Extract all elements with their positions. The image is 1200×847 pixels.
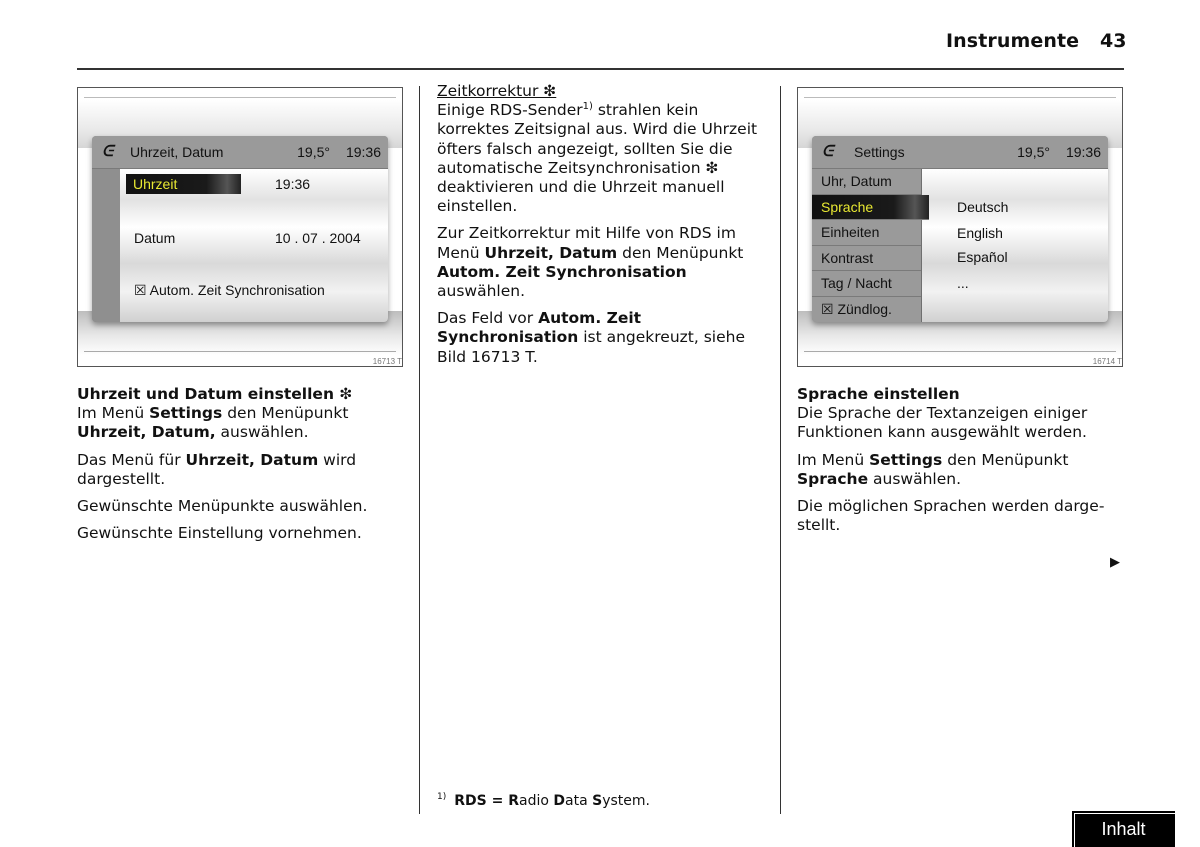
screen-title: Settings xyxy=(854,144,905,160)
text: ata xyxy=(565,793,593,809)
bold-text: D xyxy=(553,793,565,809)
bold-text: Sprache xyxy=(797,469,869,488)
footnote-ref[interactable]: 1) xyxy=(583,101,593,112)
column-1-text: Uhrzeit und Datum einstellen ❇ Im Menü S… xyxy=(77,385,407,551)
temperature-readout: 19,5° xyxy=(1017,144,1050,160)
column-3-text: Sprache einstellen Die Sprache der Texta… xyxy=(797,385,1127,543)
text: Einige RDS-Sender xyxy=(437,101,583,120)
text: Das Menü für xyxy=(77,450,186,469)
date-value: 10 . 07 . 2004 xyxy=(275,230,361,246)
paragraph: Die Sprache der Textanzeigen einiger Fun… xyxy=(797,404,1088,442)
language-option-more[interactable]: ... xyxy=(957,275,969,291)
temperature-readout: 19,5° xyxy=(297,144,330,160)
column-divider xyxy=(419,86,420,814)
menu-item-kontrast[interactable]: Kontrast xyxy=(812,246,921,271)
text: auswählen. xyxy=(215,423,309,442)
display-screen: ᕮ Settings 19,5° 19:36 Uhr, Datum Sprach… xyxy=(812,136,1108,322)
figure-settings-screen: ᕮ Settings 19,5° 19:36 Uhr, Datum Sprach… xyxy=(797,87,1123,367)
settings-menu: Uhr, Datum Sprache Einheiten Kontrast Ta… xyxy=(812,169,929,323)
language-option-espanol[interactable]: Español xyxy=(957,249,1008,265)
paragraph: Einige RDS-Sender1) strahlen kein korrek… xyxy=(437,101,772,216)
clock-readout: 19:36 xyxy=(345,144,381,160)
menu-item-uhr-datum[interactable]: Uhr, Datum xyxy=(812,169,921,195)
language-option-deutsch[interactable]: Deutsch xyxy=(957,199,1008,215)
menu-item-einheiten[interactable]: Einheiten xyxy=(812,220,921,246)
section-heading: Uhrzeit und Datum einstellen ❇ xyxy=(77,385,353,403)
bold-text: S xyxy=(592,793,603,809)
footnote-marker: 1) xyxy=(437,792,447,803)
bold-text: Settings xyxy=(149,404,223,423)
column-2-text: Zeitkorrektur ❇ Einige RDS-Sender1) stra… xyxy=(437,82,772,375)
text: den Menüpunkt xyxy=(617,243,744,262)
auto-time-sync-checkbox[interactable]: ☒ Autom. Zeit Synchronisation xyxy=(134,282,325,299)
vehicle-logo-icon: ᕮ xyxy=(102,143,114,160)
time-value: 19:36 xyxy=(275,176,311,192)
paragraph: Im Menü Settings den Menüpunkt Uhrzeit, … xyxy=(77,404,407,442)
text: ystem. xyxy=(602,793,650,809)
text: auswählen. xyxy=(868,469,962,488)
text: adio xyxy=(519,793,554,809)
paragraph: Im Menü Settings den Menüpunkt Sprache a… xyxy=(797,451,1127,489)
figure-id: 16714 T xyxy=(1092,357,1122,366)
paragraph: Die möglichen Sprachen werden darge­stel… xyxy=(797,497,1105,535)
header-rule xyxy=(77,68,1124,70)
section-heading: Zeitkorrektur ❇ xyxy=(437,82,557,100)
bold-text: Uhrzeit, Datum xyxy=(484,243,618,262)
paragraph: Gewünschte Einstellung vornehmen. xyxy=(77,524,362,543)
text: Das Feld vor xyxy=(437,309,539,328)
vehicle-logo-icon: ᕮ xyxy=(822,143,834,160)
screen-side-strip xyxy=(92,169,121,322)
bold-text: Uhrzeit, Datum, xyxy=(77,423,216,442)
paragraph: Das Menü für Uhrzeit, Datum wird darge­s… xyxy=(77,451,407,489)
menu-item-datum[interactable]: Datum xyxy=(134,230,175,246)
page-section-title: Instrumente xyxy=(946,30,1080,52)
text: auswählen. xyxy=(437,282,525,301)
footnote: 1) RDS = Radio Data System. xyxy=(437,793,650,809)
menu-item-uhrzeit[interactable]: Uhrzeit xyxy=(126,174,241,194)
text: den Menüpunkt xyxy=(222,404,349,423)
bold-text: Settings xyxy=(869,450,943,469)
column-divider xyxy=(780,86,781,814)
paragraph: Zur Zeitkorrektur mit Hilfe von RDS im M… xyxy=(437,224,772,301)
figure-time-date-screen: ᕮ Uhrzeit, Datum 19,5° 19:36 Uhrzeit 19:… xyxy=(77,87,403,367)
screen-title-bar: ᕮ Uhrzeit, Datum 19,5° 19:36 xyxy=(92,136,388,169)
screen-body xyxy=(922,169,1108,322)
menu-item-label: Uhrzeit xyxy=(133,176,178,192)
text: den Menüpunkt xyxy=(942,450,1069,469)
contents-button[interactable]: Inhalt xyxy=(1070,809,1175,847)
page-number: 43 xyxy=(1100,30,1127,52)
display-screen: ᕮ Uhrzeit, Datum 19,5° 19:36 Uhrzeit 19:… xyxy=(92,136,388,322)
screen-title: Uhrzeit, Datum xyxy=(130,144,224,160)
menu-item-tag-nacht[interactable]: Tag / Nacht xyxy=(812,271,921,297)
paragraph: Das Feld vor Autom. Zeit Synchronisation… xyxy=(437,309,772,367)
menu-item-sprache[interactable]: Sprache xyxy=(812,194,929,220)
menu-item-zuendlog[interactable]: ☒ Zündlog. xyxy=(812,297,921,323)
paragraph: Gewünschte Menüpunkte auswählen. xyxy=(77,497,368,516)
bold-text: Au­tom. Zeit Synchronisation xyxy=(437,262,687,281)
clock-readout: 19:36 xyxy=(1065,144,1101,160)
text: Im Menü xyxy=(77,404,150,423)
bold-text: Uhrzeit, Datum xyxy=(185,450,319,469)
language-option-english[interactable]: English xyxy=(957,225,1003,241)
bold-text: RDS = R xyxy=(454,793,519,809)
next-page-arrow-icon[interactable]: ▶ xyxy=(1110,555,1120,570)
text: Im Menü xyxy=(797,450,870,469)
figure-id: 16713 T xyxy=(372,357,402,366)
screen-title-bar: ᕮ Settings 19,5° 19:36 xyxy=(812,136,1108,169)
section-heading: Sprache einstellen xyxy=(797,385,960,403)
